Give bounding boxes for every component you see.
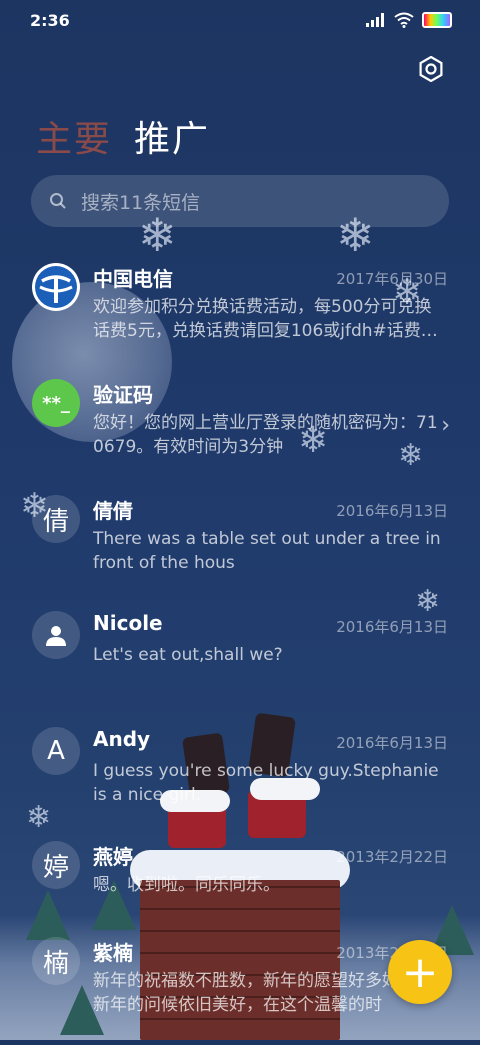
search-placeholder: 搜索11条短信 — [81, 191, 201, 214]
message-preview: I guess you're some lucky guy.Stephanie … — [93, 761, 439, 805]
contact-avatar: A — [32, 727, 80, 775]
message-row[interactable]: 倩 倩倩 2016年6月13日 There was a table set ou… — [0, 487, 480, 603]
contact-name: 紫楠 — [93, 941, 133, 965]
settings-icon[interactable] — [418, 56, 444, 82]
contact-avatar — [32, 611, 80, 659]
contact-avatar: 婷 — [32, 841, 80, 889]
battery-icon — [422, 12, 452, 28]
status-bar: 2:36 — [0, 0, 480, 40]
tab-promotions[interactable]: 推广 — [134, 110, 210, 162]
message-preview: 您好！您的网上营业厅登录的随机密码为：710679。有效时间为3分钟 — [93, 413, 438, 457]
message-date: 2013年2月22日 — [336, 848, 448, 866]
contact-avatar: 倩 — [32, 495, 80, 543]
contact-name: Andy — [93, 727, 151, 751]
tab-main[interactable]: 主要 — [36, 110, 112, 162]
message-row[interactable]: Nicole 2016年6月13日 Let's eat out,shall we… — [0, 603, 480, 719]
new-message-button[interactable]: + — [388, 940, 452, 1004]
message-preview: 嗯。收到啦。同乐同乐。 — [93, 875, 280, 895]
message-date: 2017年6月30日 — [336, 270, 448, 288]
signal-icon — [366, 13, 384, 27]
china-telecom-logo-avatar — [32, 263, 80, 311]
contact-name: 倩倩 — [93, 499, 133, 523]
status-time: 2:36 — [30, 11, 70, 30]
message-preview: 欢迎参加积分兑换话费活动，每500分可兑换话费5元，兑换话费请回复106或jfd… — [93, 297, 438, 341]
chevron-right-icon[interactable]: › — [441, 413, 450, 438]
person-icon — [46, 626, 66, 646]
contact-name: 验证码 — [93, 383, 153, 407]
contact-avatar: 楠 — [32, 937, 80, 985]
message-row[interactable]: **_ 验证码 您好！您的网上营业厅登录的随机密码为：710679。有效时间为3… — [0, 371, 480, 487]
message-list: 中国电信 2017年6月30日 欢迎参加积分兑换话费活动，每500分可兑换话费5… — [0, 255, 480, 1045]
verification-code-avatar: **_ — [32, 379, 80, 427]
contact-name: 中国电信 — [93, 267, 173, 291]
contact-name: 燕婷 — [93, 845, 133, 869]
search-bar[interactable]: 搜索11条短信 — [31, 175, 449, 227]
search-icon — [50, 193, 66, 209]
message-row[interactable]: 婷 燕婷 2013年2月22日 嗯。收到啦。同乐同乐。 — [0, 833, 480, 929]
message-preview: Let's eat out,shall we? — [93, 645, 283, 665]
message-row[interactable]: A Andy 2016年6月13日 I guess you're some lu… — [0, 719, 480, 833]
plus-icon: + — [401, 946, 439, 998]
message-preview: There was a table set out under a tree i… — [93, 529, 441, 573]
message-date: 2016年6月13日 — [336, 734, 448, 752]
message-date: 2016年6月13日 — [336, 502, 448, 520]
message-row[interactable]: 中国电信 2017年6月30日 欢迎参加积分兑换话费活动，每500分可兑换话费5… — [0, 255, 480, 371]
china-telecom-logo-icon — [35, 266, 77, 308]
status-icons — [366, 12, 452, 28]
wifi-icon — [394, 12, 414, 28]
contact-name: Nicole — [93, 611, 163, 635]
tab-bar: 主要 推广 — [36, 110, 210, 162]
message-date: 2016年6月13日 — [336, 618, 448, 636]
